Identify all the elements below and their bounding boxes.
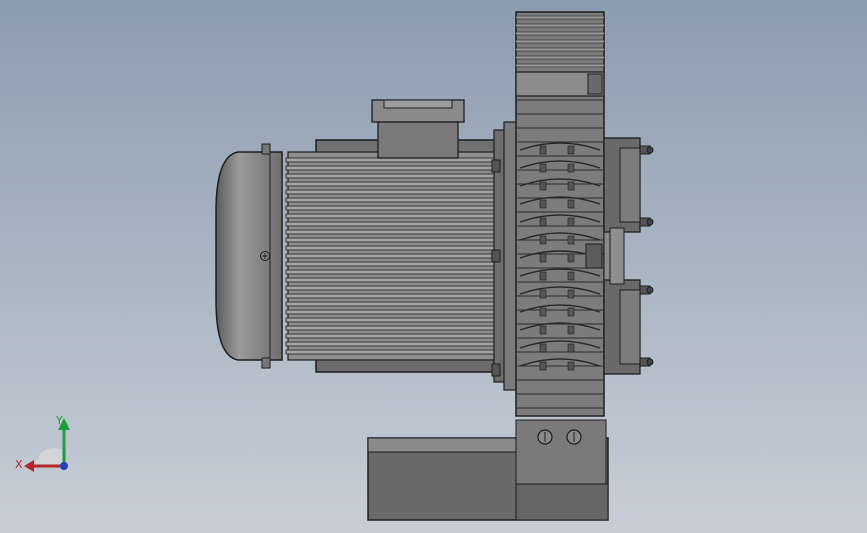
fin — [285, 333, 503, 339]
rib-block — [539, 325, 547, 335]
port-bolt-head — [646, 218, 654, 226]
x-axis-label: X — [15, 458, 23, 471]
blower-model[interactable] — [0, 0, 867, 533]
rib-block — [567, 145, 575, 155]
rib-block — [539, 253, 547, 263]
x-axis-arrow — [24, 460, 34, 472]
fin — [285, 261, 503, 267]
housing-fin — [515, 15, 605, 20]
rib-block — [567, 163, 575, 173]
housing-fin — [515, 63, 605, 68]
terminal-box — [371, 99, 465, 159]
housing-fin — [515, 23, 605, 28]
cad-graphics-viewport[interactable]: Y X — [0, 0, 867, 533]
housing-fin — [515, 39, 605, 44]
rib-block — [567, 325, 575, 335]
housing-fin — [515, 55, 605, 60]
rib-block — [567, 181, 575, 191]
rib-block — [567, 307, 575, 317]
port-bolt-head — [646, 286, 654, 294]
fin — [285, 349, 503, 355]
rib-block — [567, 217, 575, 227]
fin — [285, 309, 503, 315]
rib-block — [539, 361, 547, 371]
port-bolt-head — [646, 146, 654, 154]
rib-block — [539, 217, 547, 227]
rib-block — [567, 343, 575, 353]
port-bolt-head — [646, 358, 654, 366]
fin — [285, 285, 503, 291]
triad-plane — [34, 448, 64, 466]
rib-block — [567, 361, 575, 371]
rib-block — [567, 235, 575, 245]
rib-block — [539, 181, 547, 191]
rib-block — [539, 235, 547, 245]
fin — [285, 253, 503, 259]
rib-block — [539, 289, 547, 299]
rib-block — [567, 289, 575, 299]
fin — [285, 245, 503, 251]
fin — [285, 229, 503, 235]
fin — [285, 325, 503, 331]
axis-triad: Y X — [15, 414, 70, 472]
rib-block — [567, 271, 575, 281]
fin — [285, 165, 503, 171]
rib-block — [539, 343, 547, 353]
fin — [285, 173, 503, 179]
rib-block — [539, 163, 547, 173]
fin — [285, 293, 503, 299]
rib-block — [539, 307, 547, 317]
rib-block — [567, 199, 575, 209]
fin — [285, 269, 503, 275]
housing-fin — [515, 47, 605, 52]
fin — [285, 221, 503, 227]
blower-housing — [515, 11, 615, 417]
y-axis-label: Y — [55, 414, 63, 427]
fin — [285, 213, 503, 219]
housing-fin — [515, 31, 605, 36]
fin — [285, 205, 503, 211]
rib-block — [539, 199, 547, 209]
fin — [285, 189, 503, 195]
motor-flange — [491, 121, 519, 391]
motor-end-cap — [215, 143, 283, 369]
fin — [285, 341, 503, 347]
fin — [285, 197, 503, 203]
fin — [285, 237, 503, 243]
fin — [285, 301, 503, 307]
mounting-base — [367, 419, 609, 521]
rib-block — [567, 253, 575, 263]
z-axis-dot — [60, 462, 68, 470]
fin — [285, 317, 503, 323]
fin — [285, 277, 503, 283]
port-flanges — [603, 137, 654, 375]
fin — [285, 181, 503, 187]
motor-body — [285, 139, 507, 373]
rib-block — [539, 145, 547, 155]
rib-block — [539, 271, 547, 281]
